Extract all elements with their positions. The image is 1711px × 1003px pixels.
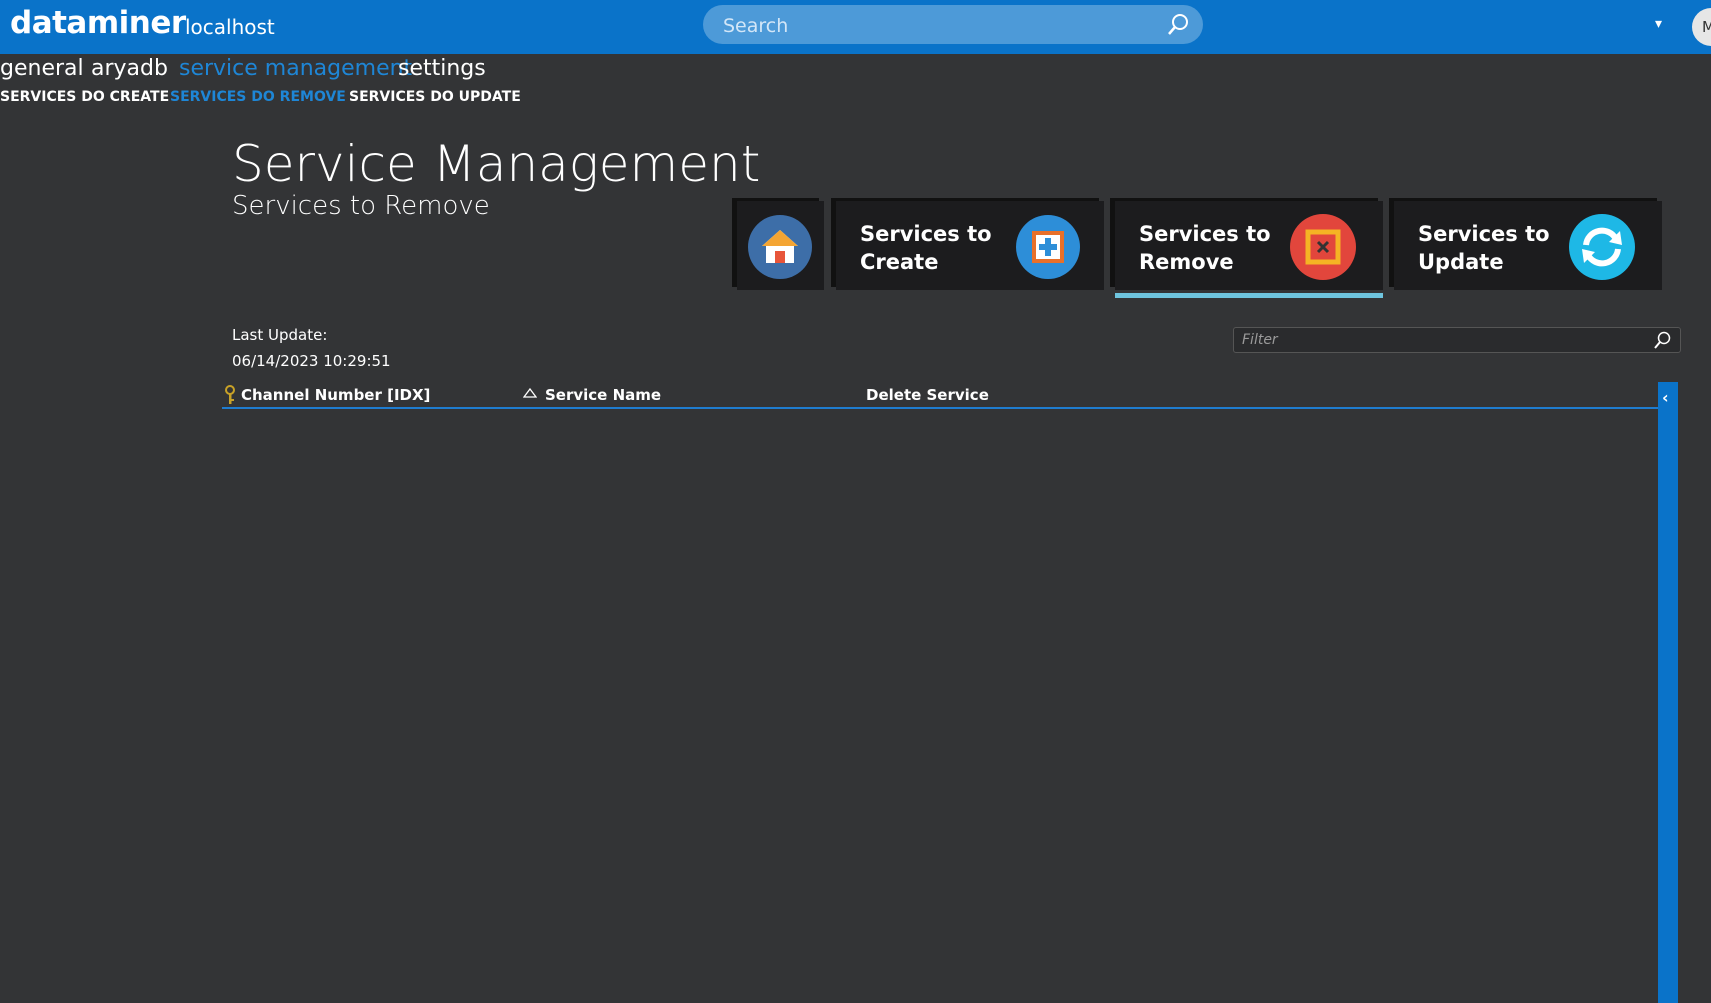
home-tile[interactable] — [737, 201, 824, 290]
services-to-update-label: Services to Update — [1418, 220, 1550, 276]
chevron-down-icon[interactable]: ▾ — [1655, 16, 1662, 32]
chevron-left-icon[interactable]: ‹ — [1662, 388, 1669, 407]
column-channel-number[interactable]: Channel Number [IDX] — [241, 386, 430, 404]
tile-label-line: Services to Create — [860, 222, 992, 274]
services-to-remove-tile[interactable]: Services to Remove — [1115, 201, 1383, 298]
page-title: Service Management — [232, 135, 761, 193]
search-box[interactable]: Search — [703, 5, 1203, 44]
search-icon[interactable] — [1165, 12, 1191, 38]
tab-aryadb[interactable]: aryadb — [91, 56, 168, 81]
table-header: Channel Number [IDX] Service Name Delete… — [222, 382, 1659, 409]
add-icon — [1016, 215, 1080, 279]
host-name: localhost — [185, 15, 275, 39]
search-input[interactable]: Search — [723, 15, 788, 37]
search-icon[interactable] — [1652, 330, 1672, 350]
side-panel[interactable]: ‹ — [1658, 382, 1678, 1003]
subtab-services-do-create[interactable]: SERVICES DO CREATE — [0, 89, 169, 105]
services-to-create-label: Services to Create — [860, 220, 992, 276]
subtab-services-do-update[interactable]: SERVICES DO UPDATE — [349, 89, 521, 105]
last-update-label: Last Update: — [232, 326, 328, 344]
filter-input[interactable]: Filter — [1242, 332, 1278, 348]
top-bar: dataminer localhost Search ▾ M — [0, 0, 1711, 54]
tab-general[interactable]: general — [0, 56, 84, 81]
avatar[interactable]: M — [1692, 8, 1711, 46]
brand-logo[interactable]: dataminer — [10, 5, 186, 41]
column-service-name[interactable]: Service Name — [545, 386, 661, 404]
services-to-update-tile[interactable]: Services to Update — [1394, 201, 1662, 290]
tile-label-line: Services to Remove — [1139, 222, 1271, 274]
refresh-icon — [1569, 214, 1635, 280]
key-icon — [225, 385, 235, 404]
tile-label-line: Services to Update — [1418, 222, 1550, 274]
services-to-create-tile[interactable]: Services to Create — [836, 201, 1104, 290]
tab-settings[interactable]: settings — [398, 56, 486, 81]
sort-ascending-icon[interactable] — [523, 387, 537, 399]
column-delete-service[interactable]: Delete Service — [866, 386, 989, 404]
services-to-remove-label: Services to Remove — [1139, 220, 1271, 276]
subtab-services-do-remove[interactable]: SERVICES DO REMOVE — [170, 89, 346, 105]
filter-field[interactable]: Filter — [1233, 327, 1681, 353]
page-subtitle: Services to Remove — [232, 191, 490, 221]
home-icon — [748, 215, 812, 279]
selected-tile-indicator — [1115, 293, 1383, 298]
last-update-value: 06/14/2023 10:29:51 — [232, 352, 391, 370]
remove-icon — [1290, 214, 1356, 280]
tab-service-management[interactable]: service management — [179, 56, 412, 81]
